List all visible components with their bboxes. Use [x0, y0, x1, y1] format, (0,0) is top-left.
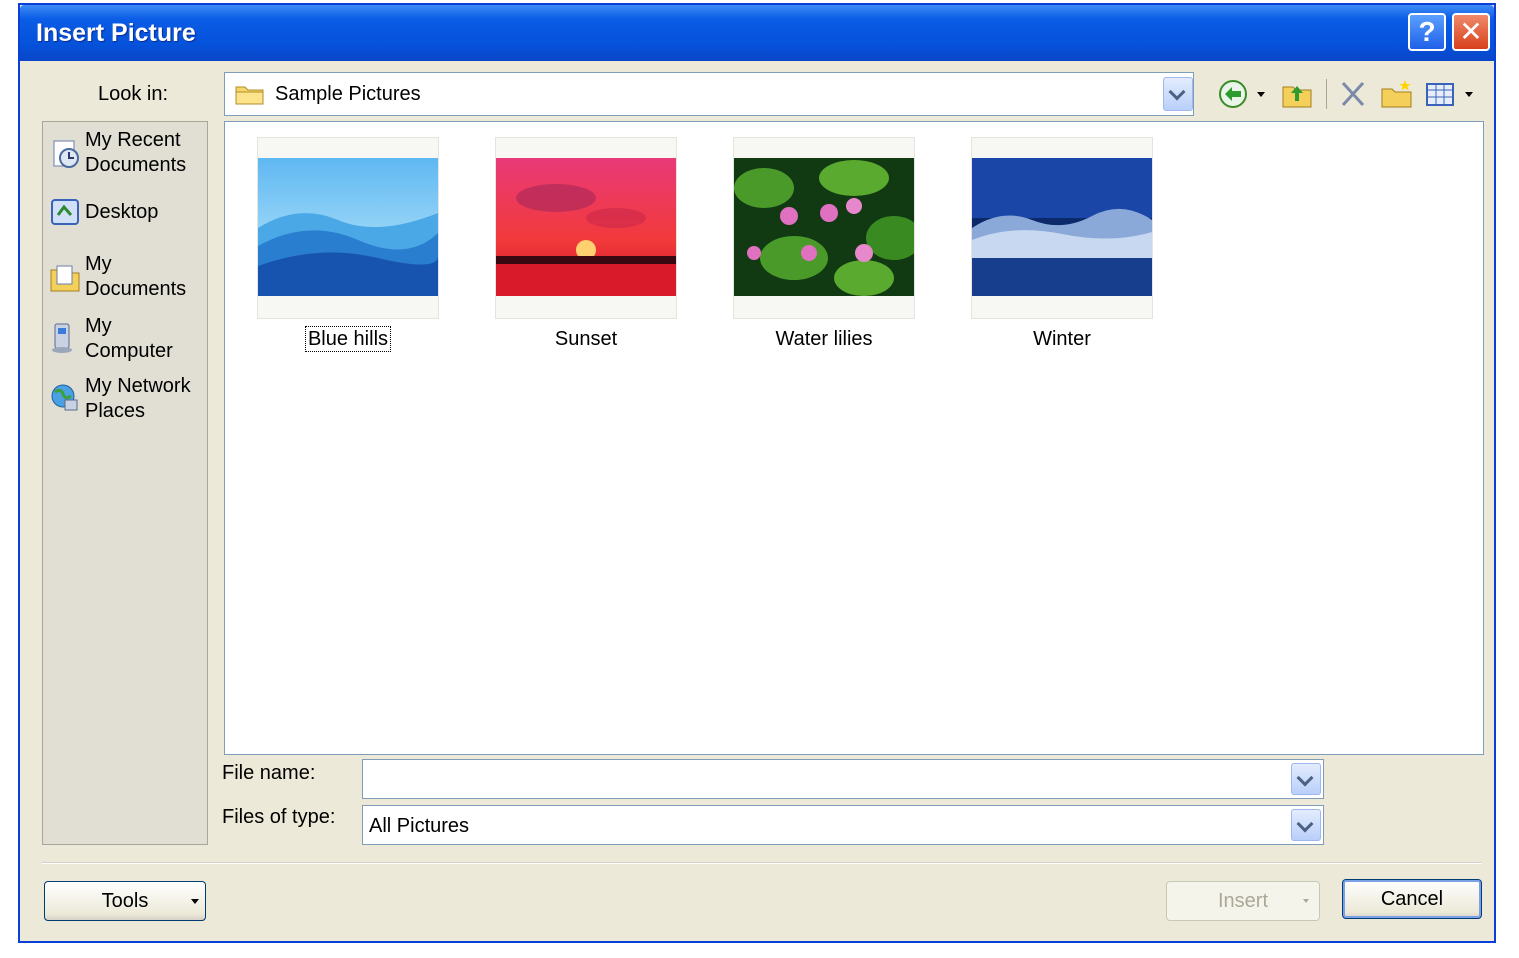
toolbar-separator	[1326, 79, 1327, 109]
folder-icon	[235, 86, 264, 105]
file-label-sunset[interactable]: Sunset	[476, 328, 696, 351]
new-folder-icon[interactable]	[1380, 77, 1414, 111]
help-button[interactable]: ?	[1408, 13, 1446, 51]
place-label: My Documents	[85, 253, 187, 300]
my-computer-icon	[52, 323, 72, 353]
files-of-type-value: All Pictures	[369, 815, 470, 837]
place-desktop[interactable]: Desktop	[47, 199, 205, 232]
water-lilies-image	[734, 158, 914, 296]
insert-button[interactable]: Insert	[1166, 881, 1320, 921]
file-label-blue-hills[interactable]: Blue hills	[238, 326, 458, 352]
winter-image	[972, 158, 1152, 296]
places-bar: My Recent Documents Desktop My Documents…	[42, 121, 208, 845]
desktop-icon	[51, 199, 79, 225]
place-label: Desktop	[85, 201, 159, 223]
files-of-type-dropdown[interactable]: All Pictures	[362, 805, 1324, 845]
place-my-recent-documents[interactable]: My Recent Documents	[47, 128, 205, 182]
insert-picture-dialog: Insert Picture ? ✕ Look in: Sample Pictu…	[18, 3, 1496, 943]
file-name-dropdown-button[interactable]	[1291, 763, 1321, 795]
files-of-type-label: Files of type:	[222, 806, 336, 828]
blue-hills-image	[258, 158, 438, 296]
my-documents-icon	[50, 265, 80, 292]
network-places-icon	[51, 384, 78, 411]
file-name-field[interactable]	[362, 759, 1324, 799]
file-name-label: File name:	[222, 762, 316, 784]
sunset-image	[496, 158, 676, 296]
look-in-value: Sample Pictures	[275, 83, 421, 105]
file-label-winter[interactable]: Winter	[952, 328, 1172, 351]
file-name-text: Water lilies	[775, 328, 873, 350]
thumbnail-water-lilies[interactable]	[733, 137, 915, 319]
views-icon[interactable]	[1424, 77, 1456, 111]
title-bar[interactable]: Insert Picture ? ✕	[20, 5, 1494, 61]
back-icon[interactable]	[1216, 77, 1250, 111]
tools-button[interactable]: Tools	[44, 881, 206, 921]
file-name-text: Sunset	[554, 328, 618, 350]
dialog-title: Insert Picture	[36, 19, 196, 47]
look-in-label: Look in:	[98, 83, 169, 105]
place-my-documents[interactable]: My Documents	[47, 252, 205, 306]
file-name-input[interactable]	[367, 764, 1291, 796]
thumbnail-winter[interactable]	[971, 137, 1153, 319]
file-name-text: Winter	[1033, 328, 1091, 350]
file-list[interactable]: Blue hills Sunset Water lilies Winter	[224, 121, 1484, 755]
place-label: My Computer	[85, 315, 173, 362]
tools-dropdown-icon	[191, 899, 199, 904]
file-label-water-lilies[interactable]: Water lilies	[714, 328, 934, 351]
back-dropdown-icon[interactable]	[1254, 77, 1268, 111]
place-label: My Recent Documents	[85, 129, 187, 176]
file-name-text: Blue hills	[304, 326, 392, 352]
thumbnail-blue-hills[interactable]	[257, 137, 439, 319]
close-button[interactable]: ✕	[1452, 13, 1490, 51]
thumbnail-sunset[interactable]	[495, 137, 677, 319]
look-in-dropdown-button[interactable]	[1163, 77, 1193, 111]
look-in-dropdown[interactable]: Sample Pictures	[224, 72, 1194, 116]
up-folder-icon[interactable]	[1280, 77, 1314, 111]
cancel-label: Cancel	[1380, 888, 1444, 910]
delete-icon[interactable]	[1338, 77, 1368, 111]
files-of-type-dropdown-button[interactable]	[1291, 809, 1321, 841]
bottom-divider	[42, 862, 1482, 864]
views-dropdown-icon[interactable]	[1462, 77, 1476, 111]
place-my-network-places[interactable]: My Network Places	[47, 374, 205, 428]
cancel-button[interactable]: Cancel	[1342, 879, 1482, 919]
insert-dropdown-icon	[1303, 899, 1309, 903]
insert-label: Insert	[1217, 890, 1269, 912]
recent-documents-icon	[53, 140, 79, 168]
place-my-computer[interactable]: My Computer	[47, 314, 205, 368]
place-label: My Network Places	[85, 375, 191, 422]
tools-label: Tools	[101, 890, 149, 912]
